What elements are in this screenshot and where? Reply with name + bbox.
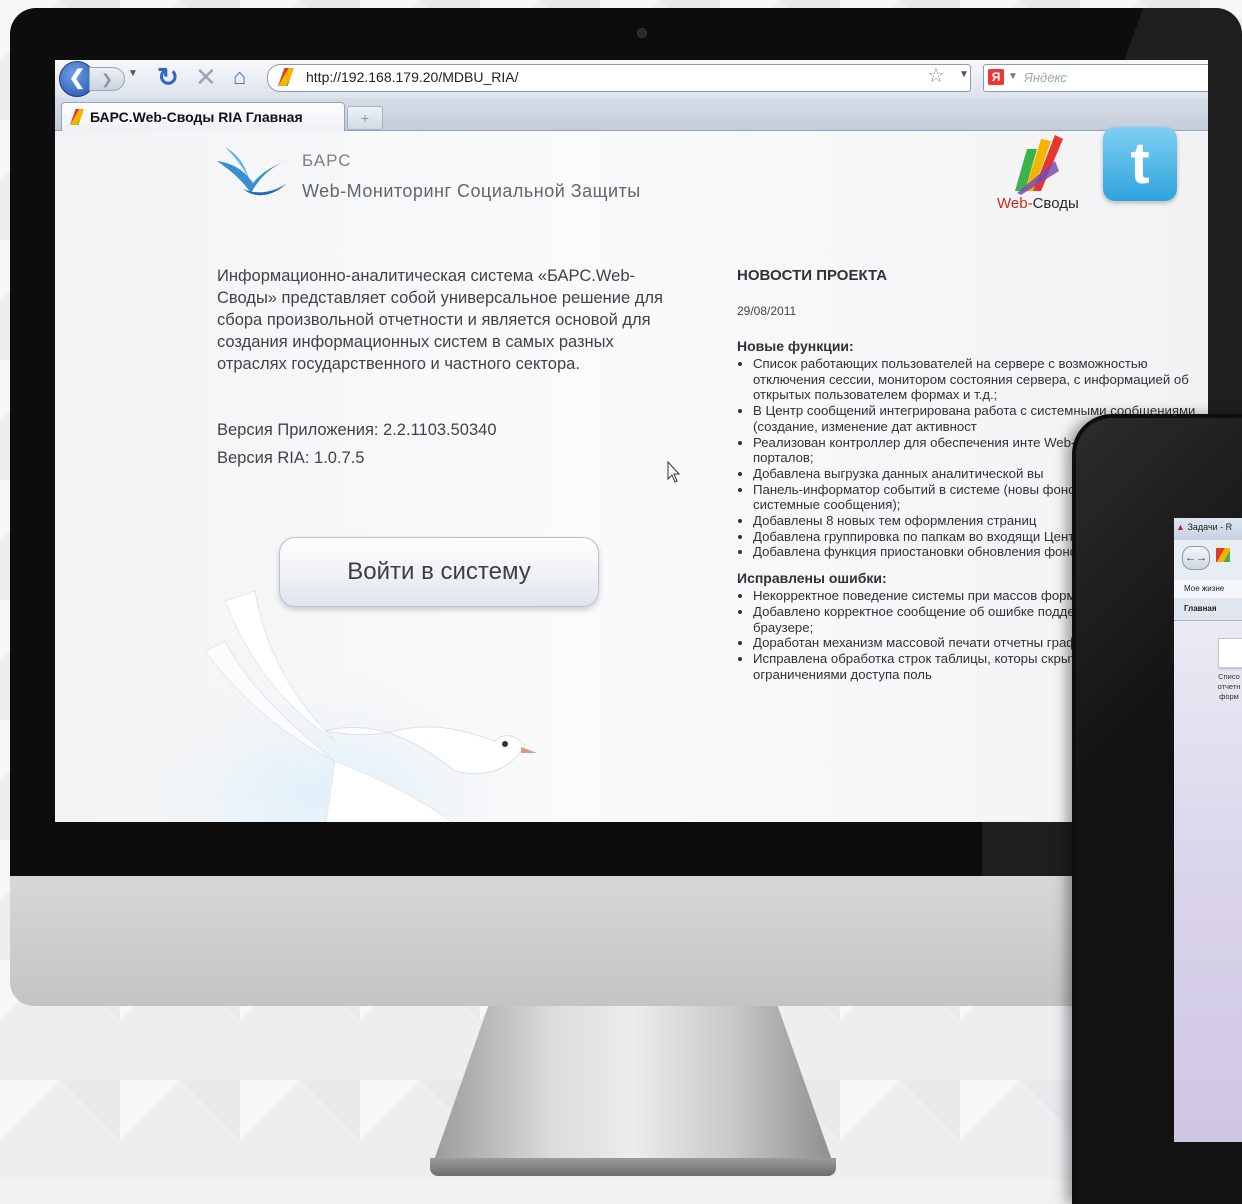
tablet-tab[interactable]: ▲ Задачи - R (1174, 518, 1242, 541)
tablet-screen: ▲ Задачи - R ←→ Мое жизне Главная Списо … (1174, 518, 1242, 1142)
imac-screen: ❮ ❯ ▼ ↻ ✕ ⌂ http://192.168.179.20/MDBU_R… (55, 60, 1208, 822)
twitter-icon[interactable]: t (1103, 127, 1177, 201)
tab-bar: БАРС.Web-Своды RIA Главная + (55, 98, 1208, 131)
tab-main[interactable]: БАРС.Web-Своды RIA Главная (61, 102, 345, 131)
search-engine-dropdown-icon[interactable]: ▼ (1008, 71, 1018, 82)
tablet-nav: ←→ (1174, 540, 1242, 581)
new-features-heading: Новые функции: (737, 338, 854, 354)
url-text[interactable]: http://192.168.179.20/MDBU_RIA/ (306, 69, 518, 85)
imac-stand-base (430, 1158, 836, 1176)
tablet-bookmark[interactable]: Мое жизне (1174, 580, 1242, 599)
home-icon[interactable]: ⌂ (233, 64, 246, 90)
url-dropdown-icon[interactable]: ▼ (959, 69, 969, 80)
news-title: НОВОСТИ ПРОЕКТА (737, 267, 888, 284)
bookmark-star-icon[interactable]: ☆ (927, 63, 945, 88)
stop-icon[interactable]: ✕ (195, 62, 217, 93)
history-dropdown-icon[interactable]: ▼ (128, 68, 138, 79)
web-svody-label-part2: Своды (1032, 195, 1079, 212)
yandex-icon[interactable]: Я (988, 69, 1004, 85)
tablet-favicon-icon (1216, 548, 1230, 562)
web-page: БАРС Web-Мониторинг Социальной Защиты We… (55, 127, 1208, 822)
search-bar[interactable]: Я ▼ Яндекс (983, 64, 1208, 92)
tablet-tab-icon: ▲ (1176, 522, 1185, 532)
document-label-line: Списо (1218, 672, 1240, 681)
document-icon[interactable] (1218, 638, 1242, 668)
imac-stand (432, 1006, 834, 1166)
app-version: Версия Приложения: 2.2.1103.50340 (217, 421, 497, 439)
web-svody-label-part1: Web- (997, 195, 1033, 212)
site-favicon-icon (278, 68, 294, 86)
search-input[interactable]: Яндекс (1024, 70, 1067, 85)
document-label-line: форм (1219, 692, 1239, 701)
bars-bird-logo-icon (217, 147, 289, 196)
forward-arrow-icon[interactable]: ❯ (89, 67, 125, 91)
tab-favicon-icon (70, 109, 84, 125)
browser-toolbar: ❮ ❯ ▼ ↻ ✕ ⌂ http://192.168.179.20/MDBU_R… (55, 60, 1208, 99)
camera-icon (637, 28, 647, 38)
tablet-tab-text: Задачи - R (1187, 522, 1233, 532)
mouse-cursor-icon (667, 461, 681, 483)
tablet-main-tab[interactable]: Главная (1174, 598, 1242, 621)
ria-version: Версия RIA: 1.0.7.5 (217, 449, 365, 467)
document-label[interactable]: Списо отчетн форм (1209, 672, 1242, 702)
document-label-line: отчетн (1217, 682, 1241, 691)
reload-icon[interactable]: ↻ (157, 62, 179, 93)
brand-small-text: БАРС (302, 151, 352, 170)
login-button[interactable]: Войти в систему (279, 537, 599, 607)
address-bar[interactable]: http://192.168.179.20/MDBU_RIA/ (267, 64, 971, 92)
tablet-tab-label: ▲ Задачи - R (1176, 522, 1232, 532)
new-tab-button[interactable]: + (347, 106, 383, 130)
tablet-back-forward-icon[interactable]: ←→ (1182, 546, 1210, 570)
imac-chin (10, 876, 1242, 1006)
list-item: Список работающих пользователей на серве… (753, 356, 1207, 403)
system-description: Информационно-аналитическая система «БАР… (217, 267, 663, 373)
web-svody-label: Web-Своды (997, 195, 1079, 212)
tab-label: БАРС.Web-Своды RIA Главная (90, 109, 303, 125)
news-date: 29/08/2011 (737, 304, 797, 318)
brand-title: Web-Мониторинг Социальной Защиты (302, 181, 641, 201)
